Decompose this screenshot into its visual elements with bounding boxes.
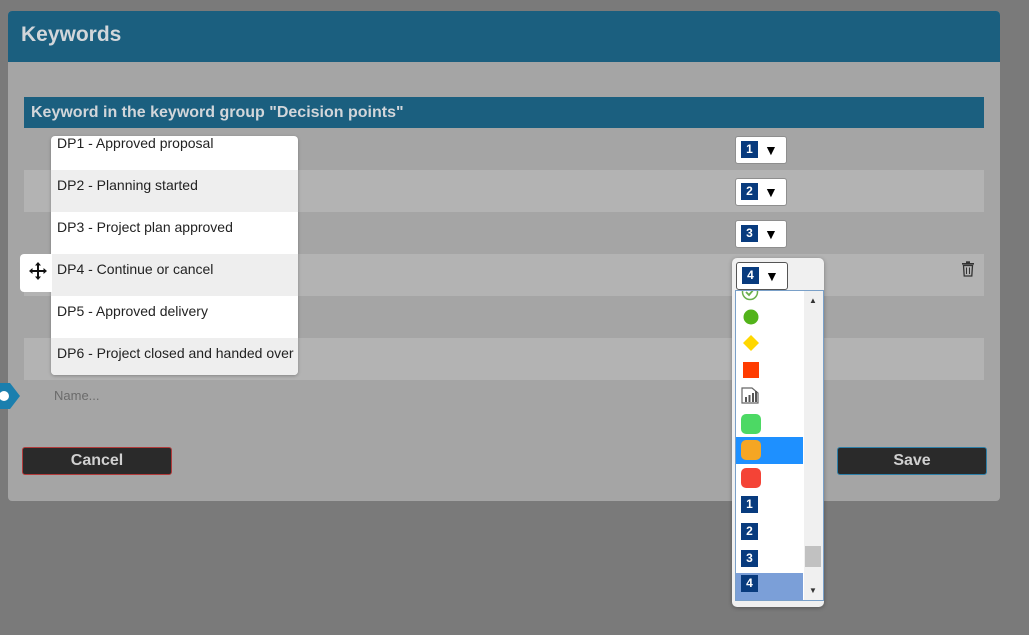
scroll-up-icon[interactable]: ▲ bbox=[809, 296, 817, 305]
keyword-label: DP5 - Approved delivery bbox=[57, 303, 208, 319]
icon-select[interactable]: 3 ▼ bbox=[735, 220, 787, 248]
cancel-button[interactable]: Cancel bbox=[22, 447, 172, 475]
dropdown-option[interactable] bbox=[736, 464, 803, 491]
new-keyword-row bbox=[24, 380, 984, 410]
dropdown-arrow-icon: ▼ bbox=[764, 226, 778, 242]
keyword-row[interactable]: DP2 - Planning started bbox=[51, 170, 298, 212]
keyword-label: DP4 - Continue or cancel bbox=[57, 261, 214, 277]
green-dot-icon bbox=[743, 309, 759, 325]
keyword-group-header: Keyword in the keyword group "Decision p… bbox=[24, 97, 984, 128]
dropdown-scrollbar[interactable]: ▲ ▼ bbox=[804, 291, 823, 600]
move-icon bbox=[29, 262, 47, 280]
keyword-row[interactable]: DP6 - Project closed and handed over bbox=[51, 338, 298, 375]
scroll-down-icon[interactable]: ▼ bbox=[809, 586, 817, 595]
keyword-row[interactable]: DP3 - Project plan approved bbox=[51, 212, 298, 254]
icon-select-open[interactable]: 4 ▼ bbox=[736, 262, 788, 290]
number-icon: 1 bbox=[741, 141, 758, 158]
keyword-row[interactable]: DP5 - Approved delivery bbox=[51, 296, 298, 338]
dropdown-option[interactable] bbox=[736, 410, 803, 437]
dialog-header: Keywords bbox=[8, 11, 1000, 62]
keyword-label: DP6 - Project closed and handed over bbox=[57, 345, 294, 361]
green-rounded-square-icon bbox=[741, 414, 761, 434]
dropdown-arrow-icon: ▼ bbox=[764, 142, 778, 158]
keyword-group-title: Keyword in the keyword group "Decision p… bbox=[31, 104, 404, 121]
keyword-list[interactable]: DP1 - Approved proposal DP2 - Planning s… bbox=[51, 136, 298, 375]
dropdown-arrow-icon: ▼ bbox=[764, 184, 778, 200]
number-3-icon: 3 bbox=[741, 550, 758, 567]
dropdown-option-current[interactable]: 4 bbox=[736, 573, 803, 600]
keyword-label: DP1 - Approved proposal bbox=[57, 136, 214, 151]
dropdown-option[interactable] bbox=[736, 329, 803, 356]
dropdown-option[interactable]: 2 bbox=[736, 518, 803, 545]
dropdown-option-highlighted[interactable] bbox=[736, 437, 803, 464]
red-rounded-square-icon bbox=[741, 468, 761, 488]
dropdown-arrow-icon: ▼ bbox=[765, 268, 779, 284]
number-icon: 2 bbox=[741, 183, 758, 200]
green-check-circle-icon bbox=[741, 291, 759, 301]
dialog-title: Keywords bbox=[21, 23, 122, 46]
orange-square-icon bbox=[743, 362, 759, 378]
dropdown-option[interactable] bbox=[736, 302, 803, 329]
save-button[interactable]: Save bbox=[837, 447, 987, 475]
number-2-icon: 2 bbox=[741, 523, 758, 540]
icon-select[interactable]: 2 ▼ bbox=[735, 178, 787, 206]
name-input[interactable] bbox=[54, 385, 454, 405]
scrollbar-thumb[interactable] bbox=[805, 546, 821, 567]
number-icon: 4 bbox=[742, 267, 759, 284]
number-4-icon: 4 bbox=[741, 575, 758, 592]
keyword-label: DP3 - Project plan approved bbox=[57, 219, 233, 235]
icon-dropdown-list[interactable]: 1 2 3 4 ▲ ▼ bbox=[735, 290, 824, 601]
icon-select[interactable]: 1 ▼ bbox=[735, 136, 787, 164]
keyword-row[interactable]: DP4 - Continue or cancel bbox=[51, 254, 298, 296]
yellow-diamond-icon bbox=[743, 335, 759, 351]
icon-dropdown[interactable]: 4 ▼ 1 2 3 4 ▲ ▼ bbox=[732, 258, 824, 607]
new-row-indicator-icon bbox=[0, 383, 20, 409]
dropdown-option[interactable]: 1 bbox=[736, 491, 803, 518]
trash-icon[interactable] bbox=[961, 261, 975, 277]
dropdown-option[interactable]: 3 bbox=[736, 545, 803, 572]
number-1-icon: 1 bbox=[741, 496, 758, 513]
keyword-label: DP2 - Planning started bbox=[57, 177, 198, 193]
number-icon: 3 bbox=[741, 225, 758, 242]
orange-rounded-square-icon bbox=[741, 440, 761, 460]
dropdown-option[interactable] bbox=[736, 356, 803, 383]
drag-handle[interactable] bbox=[20, 254, 52, 292]
